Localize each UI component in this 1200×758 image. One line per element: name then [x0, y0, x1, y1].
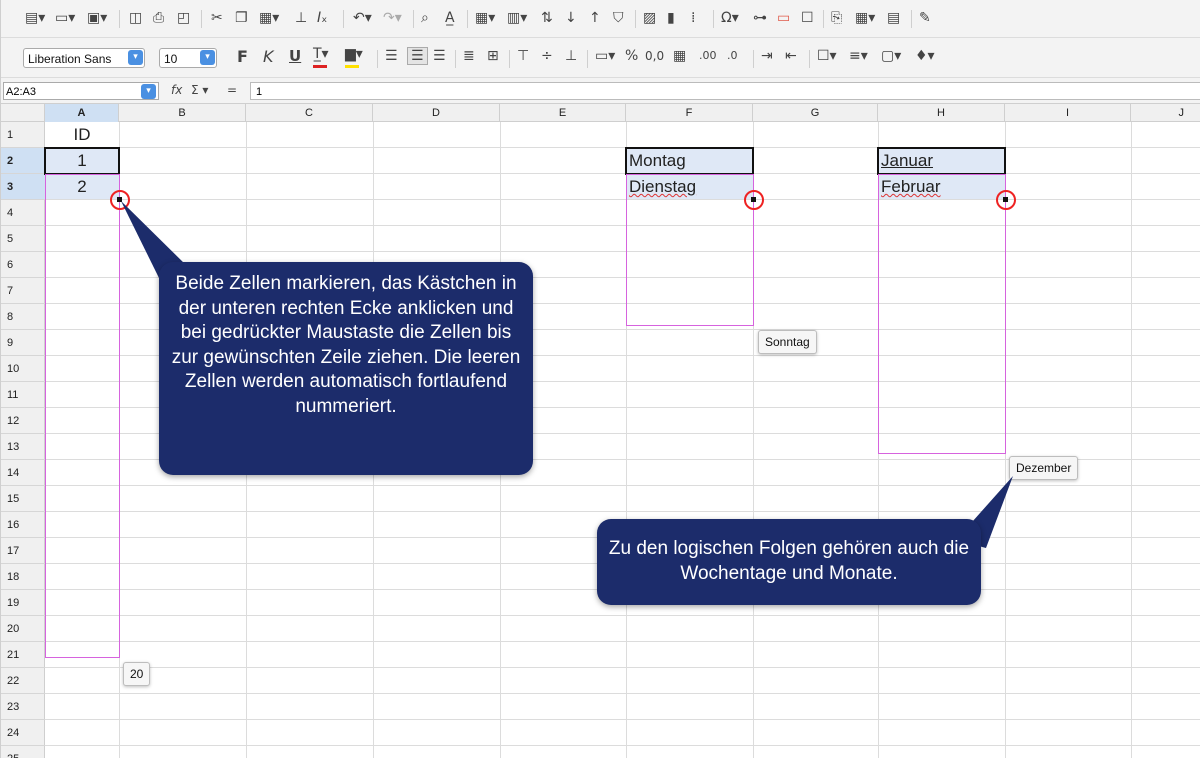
spreadsheet-window: ▤▾ ▭▾ ▣▾ ◫ ⎙ ◰ ✂ ❐ ▦▾ ⊥ Iₓ ↶▾ ↷▾ ⌕ A̲ ▦▾…	[0, 0, 1200, 758]
instruction-callout-left-text: Beide Zellen markieren, das Kästchen in …	[171, 273, 521, 417]
instruction-callout-right: Zu den logischen Folgen gehören auch die…	[597, 519, 981, 605]
instruction-callout-left: Beide Zellen markieren, das Kästchen in …	[159, 262, 533, 475]
instruction-callout-right-text: Zu den logischen Folgen gehören auch die…	[608, 538, 970, 584]
